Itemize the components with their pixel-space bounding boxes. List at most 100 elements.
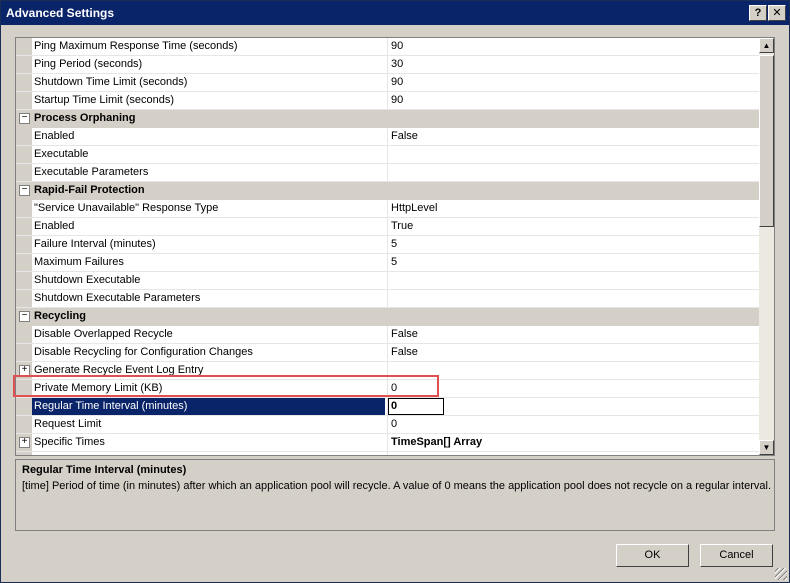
property-name: Enabled xyxy=(34,130,75,142)
property-name: Disable Overlapped Recycle xyxy=(34,328,173,340)
property-value[interactable]: 5 xyxy=(391,238,397,250)
property-row[interactable]: Regular Time Interval (minutes) 0 xyxy=(16,398,759,416)
column-divider xyxy=(387,146,388,163)
row-margin xyxy=(16,272,32,289)
scroll-thumb[interactable] xyxy=(759,55,774,227)
row-margin xyxy=(16,398,32,415)
vertical-scrollbar[interactable]: ▲ ▼ xyxy=(759,38,774,455)
category-label: Recycling xyxy=(34,310,86,322)
row-margin xyxy=(16,56,32,73)
property-name: Request Limit xyxy=(34,418,102,430)
property-name: Failure Interval (minutes) xyxy=(34,238,156,250)
category-row[interactable]: − Recycling xyxy=(16,308,759,326)
property-row[interactable]: Executable xyxy=(16,146,759,164)
column-divider xyxy=(387,164,388,181)
property-value[interactable]: 90 xyxy=(391,40,403,52)
property-name: Regular Time Interval (minutes) xyxy=(32,398,385,415)
ok-button[interactable]: OK xyxy=(616,544,689,567)
scroll-up-button[interactable]: ▲ xyxy=(759,38,774,53)
property-row[interactable]: Maximum Failures 5 xyxy=(16,254,759,272)
property-row[interactable]: Shutdown Executable Parameters xyxy=(16,290,759,308)
column-divider xyxy=(387,74,388,91)
advanced-settings-dialog: Advanced Settings ? ✕ Ping Maximum Respo… xyxy=(0,0,790,583)
collapse-icon[interactable]: − xyxy=(19,185,30,196)
row-margin xyxy=(16,146,32,163)
description-title: Regular Time Interval (minutes) xyxy=(22,464,187,476)
property-name: Shutdown Executable Parameters xyxy=(34,292,201,304)
column-divider xyxy=(387,92,388,109)
row-margin xyxy=(16,254,32,271)
resize-grip-icon[interactable] xyxy=(775,568,787,580)
help-button[interactable]: ? xyxy=(749,5,767,21)
row-margin xyxy=(16,290,32,307)
column-divider xyxy=(387,200,388,217)
column-divider xyxy=(387,56,388,73)
property-value[interactable]: 0 xyxy=(391,454,397,455)
property-name: Enabled xyxy=(34,220,75,232)
row-margin xyxy=(16,200,32,217)
row-margin xyxy=(16,74,32,91)
property-value[interactable]: 90 xyxy=(391,94,403,106)
column-divider xyxy=(387,452,388,455)
column-divider xyxy=(387,38,388,55)
column-divider xyxy=(387,218,388,235)
row-margin xyxy=(16,218,32,235)
property-value[interactable]: 90 xyxy=(391,76,403,88)
property-value[interactable]: 30 xyxy=(391,58,403,70)
property-row[interactable]: Shutdown Executable xyxy=(16,272,759,290)
property-value[interactable]: False xyxy=(391,130,418,142)
property-row[interactable]: Shutdown Time Limit (seconds) 90 xyxy=(16,74,759,92)
property-name: Executable Parameters xyxy=(34,166,149,178)
property-row[interactable]: + Specific Times TimeSpan[] Array xyxy=(16,434,759,452)
category-row[interactable]: − Rapid-Fail Protection xyxy=(16,182,759,200)
property-row[interactable]: Ping Maximum Response Time (seconds) 90 xyxy=(16,38,759,56)
property-name: Maximum Failures xyxy=(34,256,124,268)
close-button[interactable]: ✕ xyxy=(768,5,786,21)
property-row[interactable]: Disable Overlapped Recycle False xyxy=(16,326,759,344)
column-divider xyxy=(387,416,388,433)
property-name: Ping Maximum Response Time (seconds) xyxy=(34,40,238,52)
column-divider xyxy=(387,236,388,253)
category-row[interactable]: − Process Orphaning xyxy=(16,110,759,128)
property-value[interactable]: True xyxy=(391,220,413,232)
dialog-title: Advanced Settings xyxy=(6,6,115,20)
title-bar[interactable]: Advanced Settings ? ✕ xyxy=(1,1,789,25)
row-margin xyxy=(16,92,32,109)
property-row[interactable]: Request Limit 0 xyxy=(16,416,759,434)
property-value[interactable]: 5 xyxy=(391,256,397,268)
property-name: Specific Times xyxy=(34,436,105,448)
collapse-icon[interactable]: − xyxy=(19,113,30,124)
property-row[interactable]: Enabled False xyxy=(16,128,759,146)
property-row[interactable]: Executable Parameters xyxy=(16,164,759,182)
property-row[interactable]: Failure Interval (minutes) 5 xyxy=(16,236,759,254)
column-divider xyxy=(387,128,388,145)
property-name: Shutdown Time Limit (seconds) xyxy=(34,76,188,88)
highlight-annotation-box xyxy=(13,375,439,397)
row-margin xyxy=(16,326,32,343)
column-divider xyxy=(387,254,388,271)
property-value-input[interactable]: 0 xyxy=(388,398,444,415)
expand-icon[interactable]: + xyxy=(19,437,30,448)
row-margin xyxy=(16,416,32,433)
collapse-icon[interactable]: − xyxy=(19,311,30,322)
property-value[interactable]: HttpLevel xyxy=(391,202,437,214)
property-row[interactable]: Ping Period (seconds) 30 xyxy=(16,56,759,74)
property-value[interactable]: 0 xyxy=(391,418,397,430)
property-value[interactable]: False xyxy=(391,346,418,358)
row-margin xyxy=(16,164,32,181)
property-row[interactable]: "Service Unavailable" Response Type HttpL… xyxy=(16,200,759,218)
property-row[interactable]: Virtual Memory Limit (KB) 0 xyxy=(16,452,759,455)
property-row[interactable]: Disable Recycling for Configuration Chan… xyxy=(16,344,759,362)
column-divider xyxy=(387,272,388,289)
property-value[interactable]: False xyxy=(391,328,418,340)
property-name: Shutdown Executable xyxy=(34,274,141,286)
scroll-down-button[interactable]: ▼ xyxy=(759,440,774,455)
property-name: Disable Recycling for Configuration Chan… xyxy=(34,346,253,358)
property-name: "Service Unavailable" Response Type xyxy=(34,202,219,214)
property-value[interactable]: TimeSpan[] Array xyxy=(391,436,482,448)
property-row[interactable]: Enabled True xyxy=(16,218,759,236)
row-margin xyxy=(16,344,32,361)
property-row[interactable]: Startup Time Limit (seconds) 90 xyxy=(16,92,759,110)
column-divider xyxy=(387,434,388,451)
cancel-button[interactable]: Cancel xyxy=(700,544,773,567)
